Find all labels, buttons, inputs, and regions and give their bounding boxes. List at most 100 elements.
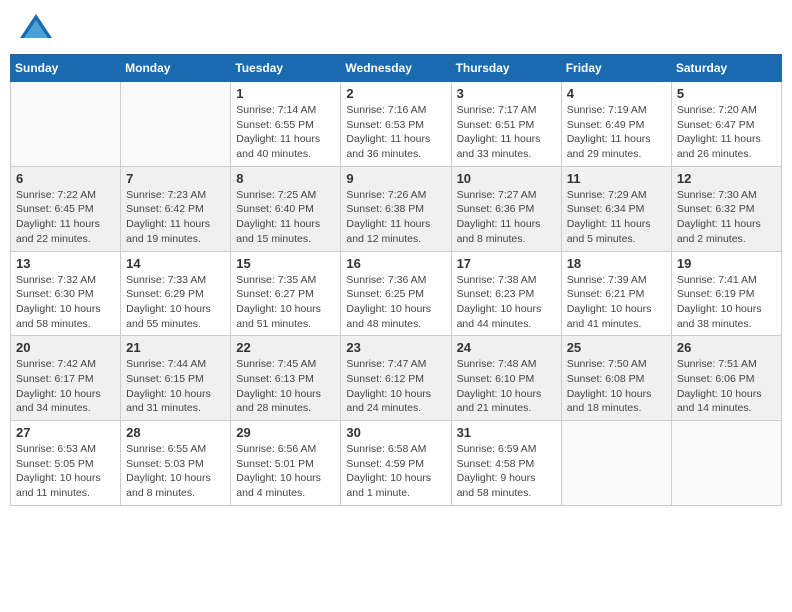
calendar-week-row: 6 Sunrise: 7:22 AM Sunset: 6:45 PM Daylig… — [11, 166, 782, 251]
day-info: Sunrise: 7:27 AM Sunset: 6:36 PM Dayligh… — [457, 188, 556, 247]
day-info: Sunrise: 7:30 AM Sunset: 6:32 PM Dayligh… — [677, 188, 776, 247]
day-number: 2 — [346, 86, 445, 101]
day-info: Sunrise: 7:17 AM Sunset: 6:51 PM Dayligh… — [457, 103, 556, 162]
day-info: Sunrise: 7:29 AM Sunset: 6:34 PM Dayligh… — [567, 188, 666, 247]
logo — [14, 10, 54, 46]
calendar-cell: 18Sunrise: 7:39 AM Sunset: 6:21 PM Dayli… — [561, 251, 671, 336]
day-number: 31 — [457, 425, 556, 440]
calendar-cell: 11 Sunrise: 7:29 AM Sunset: 6:34 PM Dayli… — [561, 166, 671, 251]
calendar-cell: 1 Sunrise: 7:14 AM Sunset: 6:55 PM Daylig… — [231, 82, 341, 167]
calendar-cell: 22 Sunrise: 7:45 AM Sunset: 6:13 PM Dayli… — [231, 336, 341, 421]
day-number: 22 — [236, 340, 335, 355]
calendar-header-row: SundayMondayTuesdayWednesdayThursdayFrid… — [11, 55, 782, 82]
day-info: Sunrise: 7:45 AM Sunset: 6:13 PM Dayligh… — [236, 357, 335, 416]
calendar-cell: 25Sunrise: 7:50 AM Sunset: 6:08 PM Dayli… — [561, 336, 671, 421]
calendar-week-row: 27 Sunrise: 6:53 AM Sunset: 5:05 PM Dayli… — [11, 421, 782, 506]
day-number: 26 — [677, 340, 776, 355]
day-info: Sunrise: 7:22 AM Sunset: 6:45 PM Dayligh… — [16, 188, 115, 247]
day-number: 8 — [236, 171, 335, 186]
day-info: Sunrise: 7:51 AM Sunset: 6:06 PM Dayligh… — [677, 357, 776, 416]
calendar-week-row: 1 Sunrise: 7:14 AM Sunset: 6:55 PM Daylig… — [11, 82, 782, 167]
calendar-cell: 7 Sunrise: 7:23 AM Sunset: 6:42 PM Daylig… — [121, 166, 231, 251]
day-number: 14 — [126, 256, 225, 271]
day-number: 9 — [346, 171, 445, 186]
calendar-cell: 20Sunrise: 7:42 AM Sunset: 6:17 PM Dayli… — [11, 336, 121, 421]
day-info: Sunrise: 6:55 AM Sunset: 5:03 PM Dayligh… — [126, 442, 225, 501]
calendar-cell: 24 Sunrise: 7:48 AM Sunset: 6:10 PM Dayli… — [451, 336, 561, 421]
day-number: 19 — [677, 256, 776, 271]
day-number: 24 — [457, 340, 556, 355]
calendar-cell — [671, 421, 781, 506]
calendar-cell: 8 Sunrise: 7:25 AM Sunset: 6:40 PM Daylig… — [231, 166, 341, 251]
calendar-cell: 2 Sunrise: 7:16 AM Sunset: 6:53 PM Daylig… — [341, 82, 451, 167]
day-number: 1 — [236, 86, 335, 101]
column-header-tuesday: Tuesday — [231, 55, 341, 82]
day-number: 10 — [457, 171, 556, 186]
calendar-cell: 3 Sunrise: 7:17 AM Sunset: 6:51 PM Daylig… — [451, 82, 561, 167]
calendar-cell: 23 Sunrise: 7:47 AM Sunset: 6:12 PM Dayli… — [341, 336, 451, 421]
column-header-thursday: Thursday — [451, 55, 561, 82]
calendar-cell: 13 Sunrise: 7:32 AM Sunset: 6:30 PM Dayli… — [11, 251, 121, 336]
day-info: Sunrise: 7:48 AM Sunset: 6:10 PM Dayligh… — [457, 357, 556, 416]
day-number: 23 — [346, 340, 445, 355]
column-header-sunday: Sunday — [11, 55, 121, 82]
column-header-friday: Friday — [561, 55, 671, 82]
day-number: 5 — [677, 86, 776, 101]
day-info: Sunrise: 7:25 AM Sunset: 6:40 PM Dayligh… — [236, 188, 335, 247]
day-number: 29 — [236, 425, 335, 440]
day-number: 12 — [677, 171, 776, 186]
day-number: 17 — [457, 256, 556, 271]
day-number: 15 — [236, 256, 335, 271]
day-info: Sunrise: 7:44 AM Sunset: 6:15 PM Dayligh… — [126, 357, 225, 416]
calendar-week-row: 13 Sunrise: 7:32 AM Sunset: 6:30 PM Dayli… — [11, 251, 782, 336]
day-info: Sunrise: 6:58 AM Sunset: 4:59 PM Dayligh… — [346, 442, 445, 501]
calendar-cell: 28 Sunrise: 6:55 AM Sunset: 5:03 PM Dayli… — [121, 421, 231, 506]
day-info: Sunrise: 7:14 AM Sunset: 6:55 PM Dayligh… — [236, 103, 335, 162]
day-number: 21 — [126, 340, 225, 355]
calendar-week-row: 20Sunrise: 7:42 AM Sunset: 6:17 PM Dayli… — [11, 336, 782, 421]
calendar-cell: 15 Sunrise: 7:35 AM Sunset: 6:27 PM Dayli… — [231, 251, 341, 336]
day-number: 30 — [346, 425, 445, 440]
calendar-cell: 12 Sunrise: 7:30 AM Sunset: 6:32 PM Dayli… — [671, 166, 781, 251]
day-number: 4 — [567, 86, 666, 101]
day-info: Sunrise: 7:47 AM Sunset: 6:12 PM Dayligh… — [346, 357, 445, 416]
calendar-cell — [561, 421, 671, 506]
calendar-cell: 31 Sunrise: 6:59 AM Sunset: 4:58 PM Dayli… — [451, 421, 561, 506]
calendar-cell: 21 Sunrise: 7:44 AM Sunset: 6:15 PM Dayli… — [121, 336, 231, 421]
column-header-monday: Monday — [121, 55, 231, 82]
day-info: Sunrise: 7:38 AM Sunset: 6:23 PM Dayligh… — [457, 273, 556, 332]
day-info: Sunrise: 6:53 AM Sunset: 5:05 PM Dayligh… — [16, 442, 115, 501]
day-info: Sunrise: 7:20 AM Sunset: 6:47 PM Dayligh… — [677, 103, 776, 162]
calendar-cell: 27 Sunrise: 6:53 AM Sunset: 5:05 PM Dayli… — [11, 421, 121, 506]
calendar-cell: 19Sunrise: 7:41 AM Sunset: 6:19 PM Dayli… — [671, 251, 781, 336]
day-info: Sunrise: 6:59 AM Sunset: 4:58 PM Dayligh… — [457, 442, 556, 501]
day-number: 3 — [457, 86, 556, 101]
day-info: Sunrise: 7:26 AM Sunset: 6:38 PM Dayligh… — [346, 188, 445, 247]
day-number: 13 — [16, 256, 115, 271]
calendar-cell: 6 Sunrise: 7:22 AM Sunset: 6:45 PM Daylig… — [11, 166, 121, 251]
calendar-cell — [121, 82, 231, 167]
day-number: 16 — [346, 256, 445, 271]
calendar-cell: 16 Sunrise: 7:36 AM Sunset: 6:25 PM Dayli… — [341, 251, 451, 336]
day-info: Sunrise: 7:36 AM Sunset: 6:25 PM Dayligh… — [346, 273, 445, 332]
calendar-cell: 29 Sunrise: 6:56 AM Sunset: 5:01 PM Dayli… — [231, 421, 341, 506]
day-number: 7 — [126, 171, 225, 186]
calendar-cell: 10 Sunrise: 7:27 AM Sunset: 6:36 PM Dayli… — [451, 166, 561, 251]
day-number: 28 — [126, 425, 225, 440]
day-number: 6 — [16, 171, 115, 186]
day-number: 27 — [16, 425, 115, 440]
day-info: Sunrise: 7:50 AM Sunset: 6:08 PM Dayligh… — [567, 357, 666, 416]
calendar-cell: 17 Sunrise: 7:38 AM Sunset: 6:23 PM Dayli… — [451, 251, 561, 336]
day-info: Sunrise: 7:16 AM Sunset: 6:53 PM Dayligh… — [346, 103, 445, 162]
day-info: Sunrise: 7:35 AM Sunset: 6:27 PM Dayligh… — [236, 273, 335, 332]
day-info: Sunrise: 7:23 AM Sunset: 6:42 PM Dayligh… — [126, 188, 225, 247]
day-number: 11 — [567, 171, 666, 186]
calendar-cell: 5 Sunrise: 7:20 AM Sunset: 6:47 PM Daylig… — [671, 82, 781, 167]
calendar-table: SundayMondayTuesdayWednesdayThursdayFrid… — [10, 54, 782, 506]
day-info: Sunrise: 7:42 AM Sunset: 6:17 PM Dayligh… — [16, 357, 115, 416]
calendar-cell: 26 Sunrise: 7:51 AM Sunset: 6:06 PM Dayli… — [671, 336, 781, 421]
calendar-cell: 14Sunrise: 7:33 AM Sunset: 6:29 PM Dayli… — [121, 251, 231, 336]
day-info: Sunrise: 7:32 AM Sunset: 6:30 PM Dayligh… — [16, 273, 115, 332]
day-info: Sunrise: 6:56 AM Sunset: 5:01 PM Dayligh… — [236, 442, 335, 501]
day-number: 18 — [567, 256, 666, 271]
